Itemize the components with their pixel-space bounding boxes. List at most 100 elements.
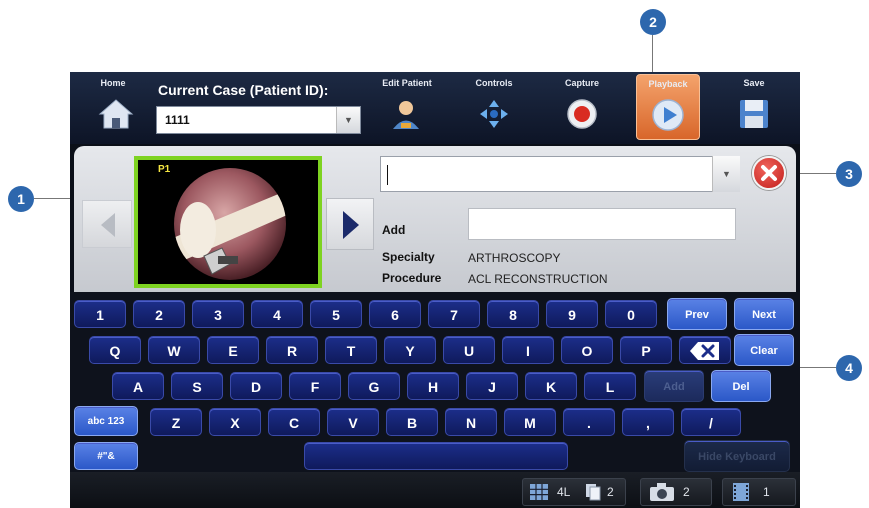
home-icon <box>98 99 134 129</box>
key-g[interactable]: G <box>348 372 400 400</box>
hide-keyboard-button[interactable]: Hide Keyboard <box>684 440 790 472</box>
text-caret <box>387 165 388 185</box>
save-button[interactable] <box>736 96 772 132</box>
callout-3: 3 <box>836 161 862 187</box>
del-key[interactable]: Del <box>711 370 771 402</box>
close-button[interactable] <box>752 156 786 190</box>
key-d[interactable]: D <box>230 372 282 400</box>
edit-patient-label: Edit Patient <box>382 78 432 88</box>
backspace-key[interactable] <box>679 336 731 364</box>
home-label: Home <box>100 78 126 88</box>
grid-layout-icon <box>530 484 548 500</box>
photo-count-indicator[interactable]: 2 <box>640 478 712 506</box>
key-k[interactable]: K <box>525 372 577 400</box>
key-p[interactable]: P <box>620 336 672 364</box>
key-0[interactable]: 0 <box>605 300 657 328</box>
arthroscopic-image <box>174 168 286 280</box>
photo-count: 2 <box>683 485 690 499</box>
patient-id-value: 1111 <box>165 113 190 127</box>
home-button[interactable] <box>98 96 134 132</box>
key-h[interactable]: H <box>407 372 459 400</box>
play-icon <box>652 99 684 131</box>
key-l[interactable]: L <box>584 372 636 400</box>
playback-button[interactable]: Playback <box>636 74 700 140</box>
patient-icon <box>393 101 419 129</box>
key-t[interactable]: T <box>325 336 377 364</box>
key-o[interactable]: O <box>561 336 613 364</box>
callout-2: 2 <box>640 9 666 35</box>
key-i[interactable]: I <box>502 336 554 364</box>
abc-123-key[interactable]: abc 123 <box>74 406 138 436</box>
key-j[interactable]: J <box>466 372 518 400</box>
key-8[interactable]: 8 <box>487 300 539 328</box>
camera-icon <box>650 483 674 501</box>
key-comma[interactable]: , <box>622 408 674 436</box>
key-v[interactable]: V <box>327 408 379 436</box>
controls-button[interactable] <box>476 96 512 132</box>
patient-id-dropdown-icon[interactable]: ▼ <box>336 107 360 133</box>
close-icon <box>761 165 777 181</box>
device-screen: Home Current Case (Patient ID): 1111 ▼ E… <box>70 72 800 508</box>
key-period[interactable]: . <box>563 408 615 436</box>
key-r[interactable]: R <box>266 336 318 364</box>
search-dropdown-button[interactable]: ▼ <box>712 156 740 192</box>
pages-icon <box>586 484 601 501</box>
next-image-button[interactable] <box>326 198 374 250</box>
prev-button[interactable]: Prev <box>667 298 727 330</box>
save-label: Save <box>743 78 765 88</box>
chevron-down-icon: ▼ <box>722 169 731 179</box>
edit-patient-button[interactable] <box>388 96 424 132</box>
key-f[interactable]: F <box>289 372 341 400</box>
key-c[interactable]: C <box>268 408 320 436</box>
controls-label: Controls <box>475 78 513 88</box>
key-7[interactable]: 7 <box>428 300 480 328</box>
playback-label: Playback <box>648 79 688 89</box>
procedure-search-input[interactable] <box>380 156 740 192</box>
key-9[interactable]: 9 <box>546 300 598 328</box>
key-slash[interactable]: / <box>681 408 741 436</box>
key-y[interactable]: Y <box>384 336 436 364</box>
previous-image-button[interactable] <box>82 200 132 248</box>
key-w[interactable]: W <box>148 336 200 364</box>
key-x[interactable]: X <box>209 408 261 436</box>
arrow-right-icon <box>343 211 359 239</box>
add-key[interactable]: Add <box>644 370 704 402</box>
key-u[interactable]: U <box>443 336 495 364</box>
add-label: Add <box>382 223 406 237</box>
procedure-value: ACL RECONSTRUCTION <box>468 272 608 286</box>
status-bar: 4L 2 2 1 <box>70 472 800 508</box>
key-1[interactable]: 1 <box>74 300 126 328</box>
add-field[interactable] <box>468 208 736 240</box>
key-6[interactable]: 6 <box>369 300 421 328</box>
key-4[interactable]: 4 <box>251 300 303 328</box>
symbols-key[interactable]: #"& <box>74 442 138 470</box>
key-2[interactable]: 2 <box>133 300 185 328</box>
key-s[interactable]: S <box>171 372 223 400</box>
key-5[interactable]: 5 <box>310 300 362 328</box>
arrow-left-icon <box>101 213 115 237</box>
callout-4: 4 <box>836 355 862 381</box>
on-screen-keyboard: 1 2 3 4 5 6 7 8 9 0 Prev Next Q W E R T … <box>70 292 800 472</box>
key-e[interactable]: E <box>207 336 259 364</box>
backspace-icon <box>690 342 719 360</box>
image-thumbnail[interactable]: P1 <box>134 156 322 288</box>
current-case-title: Current Case (Patient ID): <box>158 82 329 98</box>
procedure-label: Procedure <box>382 271 442 285</box>
key-m[interactable]: M <box>504 408 556 436</box>
case-info-panel: P1 ▼ Add Specialty ARTHROSCOPY Procedure… <box>74 146 796 292</box>
next-button[interactable]: Next <box>734 298 794 330</box>
capture-button[interactable] <box>564 96 600 132</box>
spacebar[interactable] <box>304 442 568 470</box>
key-3[interactable]: 3 <box>192 300 244 328</box>
key-z[interactable]: Z <box>150 408 202 436</box>
callout-1: 1 <box>8 186 34 212</box>
video-count-indicator[interactable]: 1 <box>722 478 796 506</box>
key-b[interactable]: B <box>386 408 438 436</box>
key-n[interactable]: N <box>445 408 497 436</box>
video-count: 1 <box>763 485 770 499</box>
key-a[interactable]: A <box>112 372 164 400</box>
key-q[interactable]: Q <box>89 336 141 364</box>
patient-id-select[interactable]: 1111 ▼ <box>156 106 361 134</box>
layout-pages-indicator[interactable]: 4L 2 <box>522 478 626 506</box>
clear-button[interactable]: Clear <box>734 334 794 366</box>
